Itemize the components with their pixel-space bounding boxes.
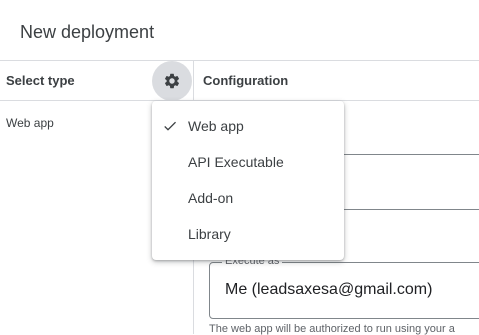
help-text: The web app will be authorized to run us… [209, 323, 455, 335]
configuration-heading: Configuration [203, 73, 289, 88]
sidebar-item-web-app[interactable]: Web app [6, 116, 54, 130]
menu-item-web-app[interactable]: Web app [152, 108, 344, 144]
execute-as-value: Me (leadsaxesa@gmail.com) [225, 281, 433, 298]
check-icon [164, 121, 176, 131]
select-type-heading: Select type [6, 73, 75, 88]
select-type-settings-button[interactable] [152, 61, 192, 101]
menu-item-library[interactable]: Library [152, 216, 344, 252]
menu-item-api-executable[interactable]: API Executable [152, 144, 344, 180]
menu-item-add-on[interactable]: Add-on [152, 180, 344, 216]
gear-icon [164, 73, 180, 89]
menu-item-label: Add-on [188, 190, 234, 206]
menu-item-label: Library [188, 226, 231, 242]
dialog-title: New deployment [20, 22, 155, 42]
menu-item-label: Web app [188, 118, 244, 134]
deployment-type-menu: Web app API Executable Add-on Library [152, 101, 344, 260]
menu-item-label: API Executable [188, 154, 284, 170]
divider-top [0, 60, 479, 61]
